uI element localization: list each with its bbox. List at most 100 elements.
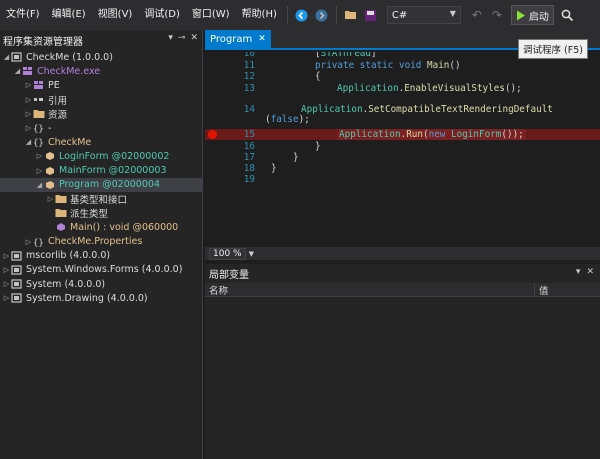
zoom-select[interactable]: 100 % — [209, 247, 246, 260]
code-line[interactable]: 18} — [205, 163, 600, 174]
assembly-icon — [11, 293, 23, 303]
breakpoint-icon[interactable] — [208, 130, 217, 139]
tree-item[interactable]: ▷ LoginForm @02000002 — [0, 149, 202, 163]
start-debug-button[interactable]: 启动 — [510, 5, 554, 25]
class-icon — [44, 166, 56, 176]
expand-arrow-icon[interactable]: ◢ — [24, 138, 33, 146]
tree-item[interactable]: ◢ CheckMe (1.0.0.0) — [0, 50, 202, 64]
expand-arrow-icon[interactable]: ▷ — [35, 152, 44, 160]
save-all-icon[interactable] — [363, 7, 379, 23]
folder-icon — [55, 194, 67, 204]
panel-header-buttons: ▾ ✕ — [576, 267, 594, 277]
dropdown-icon[interactable]: ▾ — [168, 33, 173, 43]
expand-arrow-icon[interactable]: ◢ — [35, 181, 44, 189]
expand-arrow-icon[interactable]: ◢ — [13, 67, 22, 75]
tree-item[interactable]: ◢{} CheckMe — [0, 135, 202, 149]
expand-arrow-icon[interactable]: ▷ — [24, 238, 33, 246]
code-view[interactable]: 10 [STAThread] 11 private static void Main(… — [205, 52, 600, 248]
tab-label: Program — [210, 33, 253, 45]
menu-window[interactable]: 窗口(W) — [186, 0, 236, 30]
locals-columns: 名称 值 — [205, 282, 600, 297]
close-tab-icon[interactable]: ✕ — [258, 34, 266, 44]
code-line[interactable]: 11 private static void Main() — [205, 60, 600, 71]
svg-text:{}: {} — [33, 238, 44, 247]
expand-arrow-icon[interactable]: ▷ — [46, 195, 55, 203]
code-line[interactable]: 16} — [205, 141, 600, 152]
code-line[interactable]: (false); — [205, 114, 600, 125]
expand-arrow-icon[interactable]: ▷ — [35, 167, 44, 175]
tree-item[interactable]: ▷ PE — [0, 78, 202, 92]
code-text: private static void Main() — [315, 60, 461, 71]
tooltip: 调试程序 (F5) — [518, 39, 588, 59]
code-line[interactable]: 13 Application.EnableVisualStyles(); — [205, 83, 600, 94]
line-number: 18 — [243, 163, 255, 174]
panel-title: 程序集资源管理器 — [3, 36, 83, 48]
expand-arrow-icon[interactable]: ◢ — [2, 53, 11, 61]
tree-item-label: 引用 — [48, 95, 68, 107]
code-line[interactable]: 19 — [205, 174, 600, 185]
expand-arrow-icon[interactable]: ▷ — [2, 294, 11, 302]
breakpoint-code-line[interactable]: 15 Application.Run(new LoginForm()); — [205, 129, 600, 141]
expand-arrow-icon[interactable]: ▷ — [2, 280, 11, 288]
namespace-icon: {} — [33, 123, 45, 135]
tree-item[interactable]: 派生类型 — [0, 206, 202, 220]
dropdown-icon[interactable]: ▾ — [576, 267, 581, 277]
toolbar-separator — [286, 6, 288, 24]
tree-item-label: CheckMe — [48, 136, 92, 148]
code-line[interactable]: 17} — [205, 152, 600, 163]
column-header-value[interactable]: 值 — [535, 283, 549, 297]
menu-debug[interactable]: 调试(D) — [138, 0, 186, 30]
redo-icon[interactable]: ↷ — [489, 7, 505, 23]
references-icon — [33, 95, 45, 105]
line-number: 10 — [243, 52, 255, 59]
column-header-name[interactable]: 名称 — [205, 282, 535, 297]
menu-view[interactable]: 视图(V) — [92, 0, 139, 30]
open-folder-icon[interactable] — [343, 7, 359, 23]
tree-item-label: Main() : void @060000 — [70, 221, 179, 233]
expand-arrow-icon[interactable]: ▷ — [2, 266, 11, 274]
pin-icon[interactable]: ⊸ — [178, 33, 186, 43]
tree-item[interactable]: Main() : void @060000 — [0, 220, 202, 234]
toolbar-separator — [335, 6, 337, 24]
forward-icon[interactable] — [314, 7, 330, 23]
panel-header: 程序集资源管理器 ▾ ⊸ ✕ — [0, 30, 202, 50]
menu-edit[interactable]: 编辑(E) — [46, 0, 92, 30]
expand-arrow-icon[interactable]: ▷ — [24, 110, 33, 118]
zoom-bar: 100 % ▼ — [205, 247, 600, 260]
locals-header: 局部变量 ▾ ✕ — [205, 264, 600, 283]
play-icon — [516, 10, 525, 20]
tree-item[interactable]: ▷ System (4.0.0.0) — [0, 277, 202, 291]
tree-item[interactable]: ◢ CheckMe.exe — [0, 64, 202, 78]
tree-item[interactable]: ▷{} - — [0, 121, 202, 135]
tab-program[interactable]: Program ✕ — [205, 30, 271, 48]
tree-item[interactable]: ▷ System.Drawing (4.0.0.0) — [0, 291, 202, 305]
language-select[interactable]: C# ▼ — [386, 6, 461, 24]
assembly-icon — [11, 279, 23, 289]
chevron-down-icon[interactable]: ▼ — [249, 250, 254, 258]
svg-text:{}: {} — [33, 139, 44, 148]
code-text: } — [315, 141, 321, 152]
close-icon[interactable]: ✕ — [190, 33, 198, 43]
expand-arrow-icon[interactable]: ▷ — [24, 81, 33, 89]
expand-arrow-icon[interactable]: ▷ — [24, 96, 33, 104]
class-icon — [44, 180, 56, 190]
tree-item[interactable]: ▷ mscorlib (4.0.0.0) — [0, 249, 202, 263]
undo-icon[interactable]: ↶ — [469, 7, 485, 23]
back-icon[interactable] — [294, 7, 310, 23]
namespace-icon: {} — [33, 137, 45, 149]
menu-file[interactable]: 文件(F) — [0, 0, 46, 30]
tree-item[interactable]: ▷{} CheckMe.Properties — [0, 234, 202, 248]
tree-item[interactable]: ▷ 资源 — [0, 107, 202, 121]
expand-arrow-icon[interactable]: ▷ — [24, 124, 33, 132]
search-icon[interactable] — [560, 7, 576, 23]
locals-title: 局部变量 — [209, 270, 249, 281]
close-icon[interactable]: ✕ — [586, 267, 594, 277]
code-line[interactable]: 12 { — [205, 71, 600, 82]
expand-arrow-icon[interactable]: ▷ — [2, 252, 11, 260]
menu-help[interactable]: 帮助(H) — [236, 0, 283, 30]
tree-item[interactable]: ▷ 基类型和接口 — [0, 192, 202, 206]
tree-item[interactable]: ▷ MainForm @02000003 — [0, 164, 202, 178]
tree-item[interactable]: ▷ System.Windows.Forms (4.0.0.0) — [0, 263, 202, 277]
tree-item[interactable]: ▷ 引用 — [0, 93, 202, 107]
tree-item[interactable]: ◢ Program @02000004 — [0, 177, 202, 192]
